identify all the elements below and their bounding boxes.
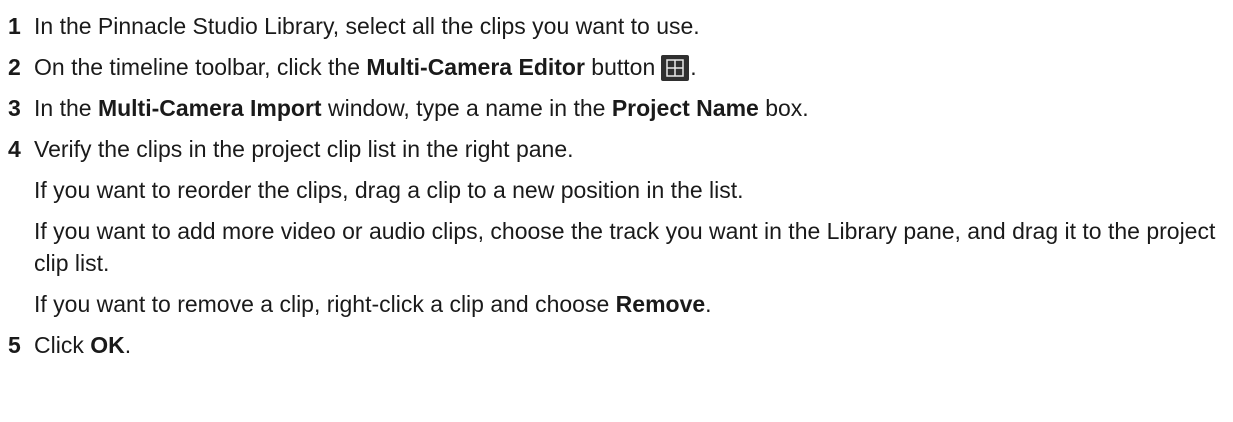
step-4: 4 Verify the clips in the project clip l… xyxy=(8,133,1228,320)
step-text: Verify the clips in the project clip lis… xyxy=(34,133,1228,320)
multi-camera-editor-icon xyxy=(661,55,690,81)
step-3-text-post: box. xyxy=(758,95,809,121)
step-4-sub-reorder: If you want to reorder the clips, drag a… xyxy=(34,177,744,203)
step-2-text-mid: button xyxy=(584,54,656,80)
step-text: In the Pinnacle Studio Library, select a… xyxy=(34,10,1228,42)
step-number: 1 xyxy=(8,13,21,39)
step-4-text: Verify the clips in the project clip lis… xyxy=(34,136,574,162)
step-4-sub-remove-pre: If you want to remove a clip, right-clic… xyxy=(34,291,616,317)
step-1: 1 In the Pinnacle Studio Library, select… xyxy=(8,10,1228,42)
multi-camera-import-label: Multi-Camera Import xyxy=(97,95,322,121)
step-4-sub-add: If you want to add more video or audio c… xyxy=(34,218,1216,276)
ok-label: OK xyxy=(90,332,125,358)
step-3-text-pre: In the xyxy=(34,95,98,121)
step-2-text-post: . xyxy=(690,54,697,80)
step-number: 4 xyxy=(8,136,21,162)
step-number: 5 xyxy=(8,332,21,358)
step-text: Click OK. xyxy=(34,329,1228,361)
step-number: 3 xyxy=(8,95,21,121)
step-4-sub-remove: If you want to remove a clip, right-clic… xyxy=(34,288,1228,320)
step-number: 2 xyxy=(8,54,21,80)
step-2: 2 On the timeline toolbar, click the Mul… xyxy=(8,51,1228,83)
step-1-text: In the Pinnacle Studio Library, select a… xyxy=(34,13,700,39)
step-3: 3 In the Multi-Camera Import window, typ… xyxy=(8,92,1228,124)
step-3-text-mid: window, type a name in the xyxy=(321,95,612,121)
step-2-text-pre: On the timeline toolbar, click the xyxy=(34,54,367,80)
instruction-steps: 1 In the Pinnacle Studio Library, select… xyxy=(8,10,1228,370)
remove-label: Remove xyxy=(615,291,706,317)
step-text: In the Multi-Camera Import window, type … xyxy=(34,92,1228,124)
step-5-text-post: . xyxy=(124,332,132,358)
multi-camera-editor-label: Multi-Camera Editor xyxy=(366,54,585,80)
project-name-label: Project Name xyxy=(611,95,759,121)
step-5-text-pre: Click xyxy=(34,332,91,358)
step-text: On the timeline toolbar, click the Multi… xyxy=(34,51,1228,83)
step-4-sub-remove-post: . xyxy=(705,291,712,317)
step-5: 5 Click OK. xyxy=(8,329,1228,361)
